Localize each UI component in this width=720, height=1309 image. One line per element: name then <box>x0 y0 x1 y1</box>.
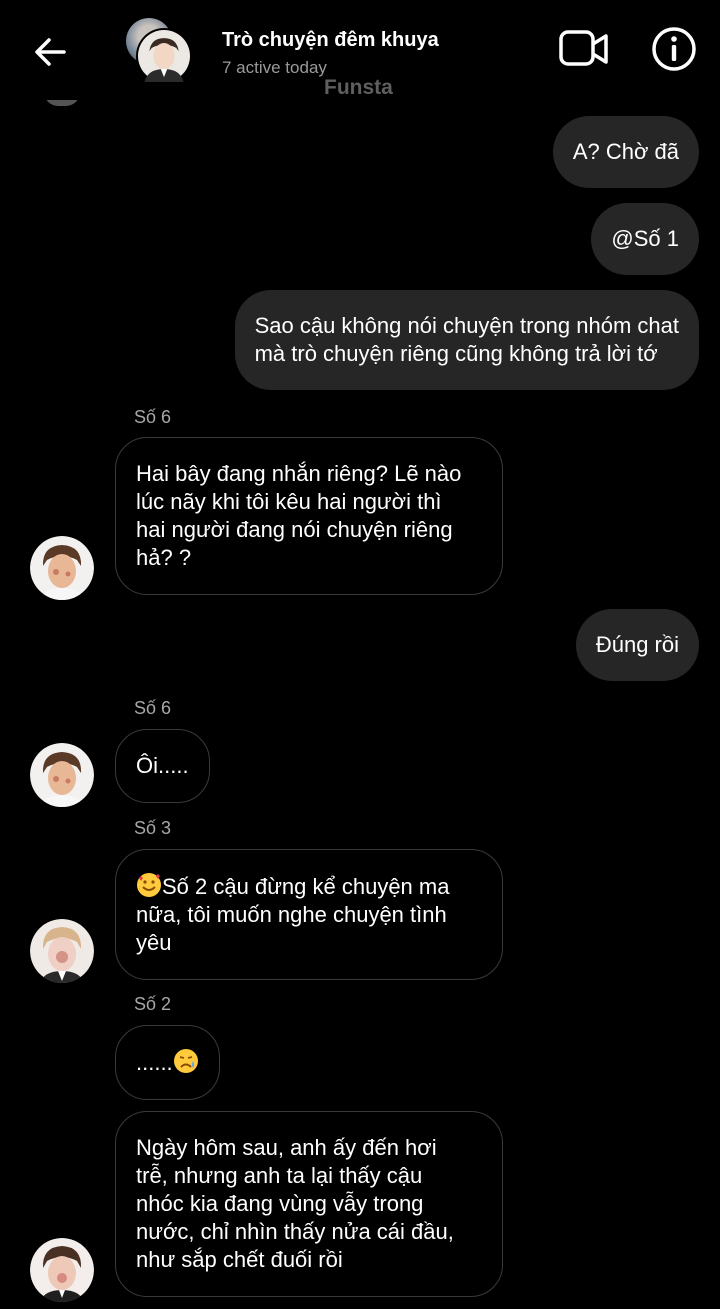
sender-name: Số 6 <box>134 407 172 427</box>
smiling-face-with-hearts-icon <box>136 872 162 898</box>
sender-name: Số 3 <box>134 818 172 838</box>
message-line: lúc nãy khi tôi kêu hai người thì <box>136 489 442 514</box>
info-icon[interactable] <box>650 25 698 73</box>
message-line: trễ, nhưng anh ta lại thấy cậu <box>136 1163 423 1188</box>
video-call-icon[interactable] <box>558 28 610 70</box>
avatar-so-6[interactable] <box>30 743 94 807</box>
watermark: Funsta <box>324 76 393 99</box>
message-text: A? Chờ đã <box>572 139 679 164</box>
incoming-message[interactable]: ...... <box>115 1025 220 1100</box>
message-text: @Số 1 <box>611 226 679 251</box>
message-text: Ôi..... <box>136 753 189 778</box>
outgoing-message[interactable]: @Số 1 <box>591 203 699 275</box>
incoming-message[interactable]: Số 2 cậu đừng kể chuyện ma nữa, tôi muốn… <box>115 849 503 980</box>
message-line: hai người đang nói chuyện riêng <box>136 517 453 542</box>
avatar-so-3[interactable] <box>30 919 94 983</box>
sender-name: Số 2 <box>134 994 172 1014</box>
sender-name: Số 6 <box>134 698 172 718</box>
back-arrow-icon[interactable] <box>30 32 70 72</box>
message-line: mà trò chuyện riêng cũng không trả lời t… <box>254 341 658 366</box>
avatar-so-2[interactable] <box>30 1238 94 1302</box>
incoming-message[interactable]: Ngày hôm sau, anh ấy đến hơi trễ, nhưng … <box>115 1111 503 1297</box>
incoming-message[interactable]: Hai bây đang nhắn riêng? Lẽ nào lúc nãy … <box>115 437 503 595</box>
message-line: hả? ? <box>136 545 192 570</box>
message-line: Sao cậu không nói chuyện trong nhóm chat <box>254 313 679 338</box>
message-line: nước, chỉ nhìn thấy nửa cái đầu, <box>136 1219 454 1244</box>
chat-title[interactable]: Trò chuyện đêm khuya <box>222 29 439 52</box>
group-avatar-front <box>136 28 192 84</box>
crying-face-icon <box>173 1048 199 1074</box>
message-line: Hai bây đang nhắn riêng? Lẽ nào <box>136 461 462 486</box>
message-line: Ngày hôm sau, anh ấy đến hơi <box>136 1135 437 1160</box>
message-line: như sắp chết đuối rồi <box>136 1247 343 1272</box>
active-status: 7 active today <box>222 58 327 77</box>
avatar-so-6[interactable] <box>30 536 94 600</box>
outgoing-message[interactable]: Đúng rồi <box>575 609 699 681</box>
message-line: yêu <box>136 930 172 955</box>
group-avatar[interactable] <box>124 18 194 88</box>
message-text: ...... <box>136 1050 173 1075</box>
message-line: Số 2 cậu đừng kể chuyện ma <box>136 872 482 901</box>
message-line: nhóc kia đang vùng vẫy trong <box>136 1191 424 1216</box>
message-line: nữa, tôi muốn nghe chuyện tình <box>136 902 447 927</box>
outgoing-message[interactable]: Sao cậu không nói chuyện trong nhóm chat… <box>234 290 699 390</box>
incoming-message[interactable]: Ôi..... <box>115 729 210 803</box>
outgoing-message[interactable]: A? Chờ đã <box>552 116 699 188</box>
message-text: Đúng rồi <box>595 632 679 657</box>
